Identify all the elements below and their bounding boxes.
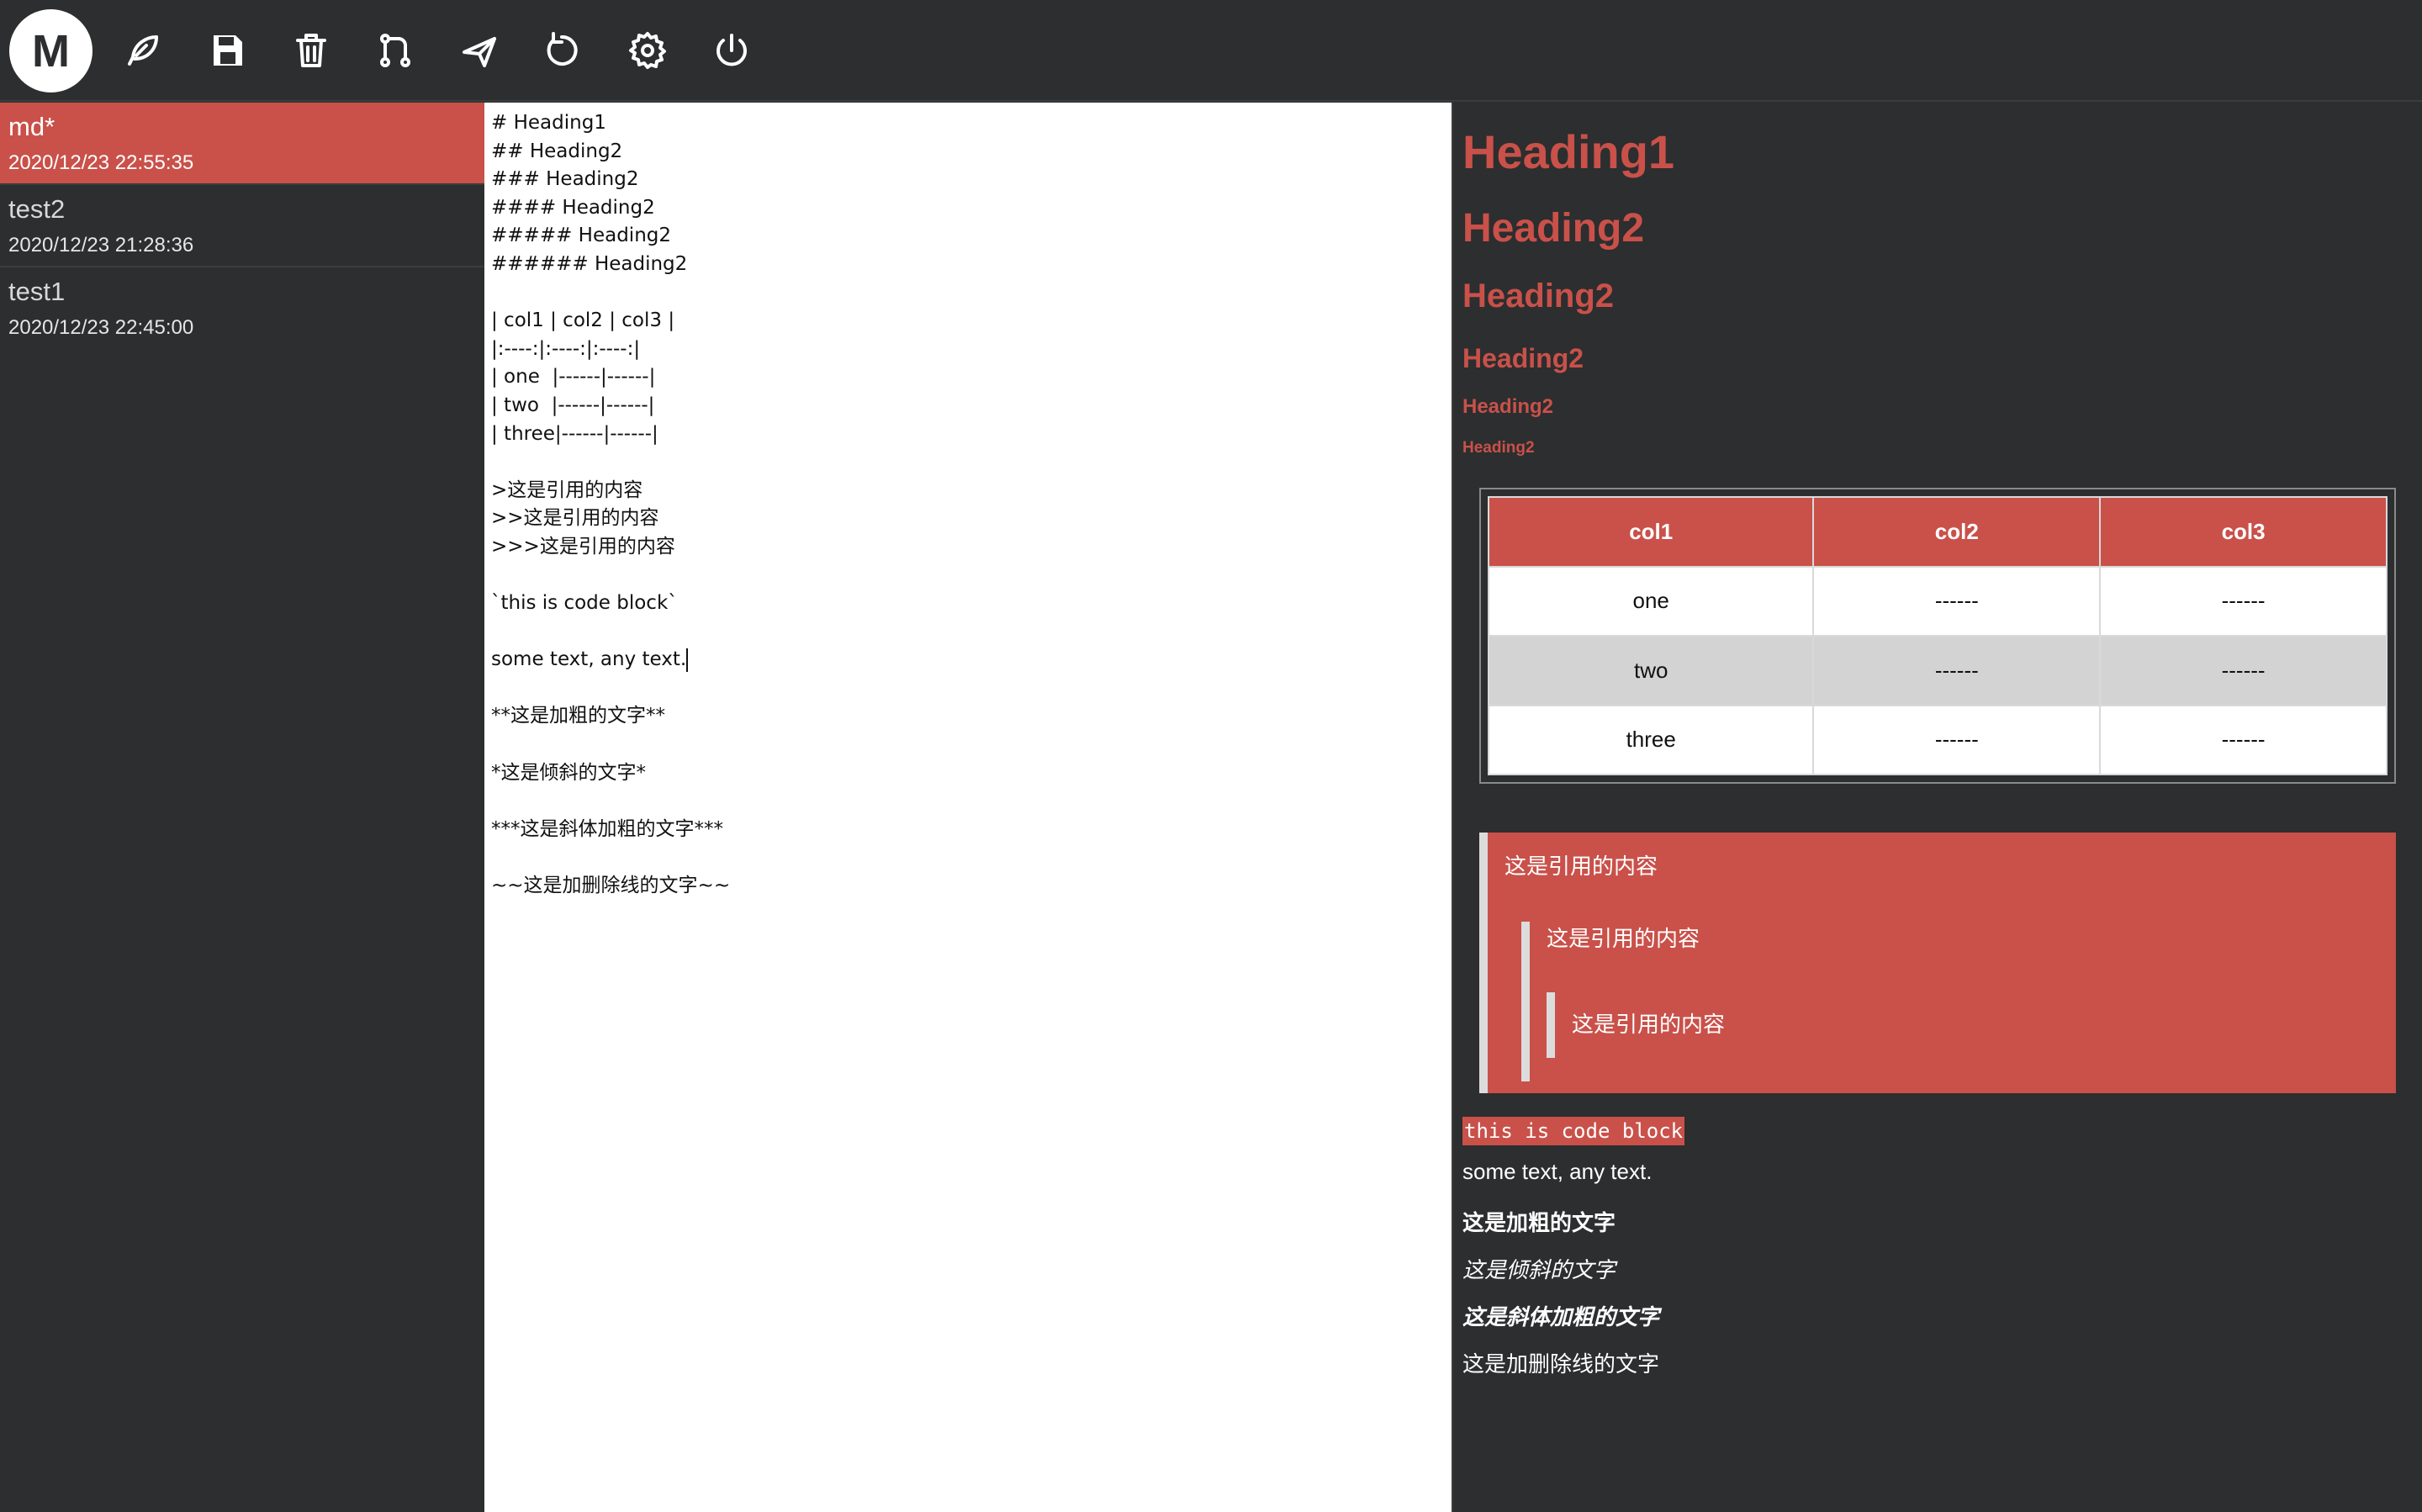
preview-heading-6: Heading2 bbox=[1462, 439, 1535, 457]
editor-line: >>这是引用的内容 bbox=[491, 507, 659, 530]
blockquote-level-1: 这是引用的内容 这是引用的内容 这是引用的内容 bbox=[1479, 833, 2396, 1093]
editor-line-text: some text, any text. bbox=[491, 648, 687, 671]
editor-line: | col1 | col2 | col3 | bbox=[491, 309, 675, 332]
strikethrough-text: 这是加删除线的文字 bbox=[1462, 1351, 1660, 1377]
blockquote-level-3: 这是引用的内容 bbox=[1547, 992, 2379, 1058]
text-caret bbox=[686, 648, 689, 672]
refresh-icon[interactable] bbox=[538, 25, 589, 76]
preview-table: col1 col2 col3 one ------ ------ two ---… bbox=[1479, 488, 2396, 784]
paragraph-text: some text, any text. bbox=[1462, 1159, 1653, 1184]
table-cell: ------ bbox=[2099, 635, 2388, 706]
file-date: 2020/12/23 22:45:00 bbox=[8, 316, 194, 339]
file-name: test2 bbox=[8, 194, 66, 224]
table-cell: ------ bbox=[1812, 704, 2102, 775]
git-branch-icon[interactable] bbox=[370, 25, 420, 76]
file-item[interactable]: md* 2020/12/23 22:55:35 bbox=[0, 103, 484, 185]
table-cell: ------ bbox=[2099, 565, 2388, 637]
editor-line: # Heading1 bbox=[491, 112, 606, 134]
editor-line: |:----:|:----:|:----:| bbox=[491, 337, 641, 360]
preview-heading-4: Heading2 bbox=[1462, 343, 1584, 373]
editor-line: | three|------|------| bbox=[491, 422, 658, 445]
editor-line-with-caret: some text, any text. bbox=[491, 646, 1445, 674]
editor-line: | one |------|------| bbox=[491, 366, 656, 389]
app-logo[interactable]: M bbox=[9, 9, 93, 93]
preview-heading-2: Heading2 bbox=[1462, 206, 1645, 251]
table-cell: three bbox=[1487, 704, 1815, 775]
preview-heading-3: Heading2 bbox=[1462, 278, 1615, 315]
editor-line: #### Heading2 bbox=[491, 196, 655, 219]
table-cell: two bbox=[1487, 635, 1815, 706]
blockquote-text: 这是引用的内容 bbox=[1547, 926, 1700, 951]
inline-code: this is code block bbox=[1462, 1117, 1685, 1145]
table-header-row: col1 col2 col3 bbox=[1487, 496, 2388, 568]
blockquote-text: 这是引用的内容 bbox=[1504, 854, 1658, 879]
file-list: md* 2020/12/23 22:55:35 test2 2020/12/23… bbox=[0, 103, 484, 1512]
power-icon[interactable] bbox=[706, 25, 757, 76]
editor-line: **这是加粗的文字** bbox=[491, 705, 665, 727]
file-date: 2020/12/23 21:28:36 bbox=[8, 234, 194, 256]
editor-line: `this is code block` bbox=[491, 592, 678, 615]
editor-line: *这是倾斜的文字* bbox=[491, 761, 646, 784]
blockquote-level-2: 这是引用的内容 这是引用的内容 bbox=[1521, 922, 2379, 1081]
table-cell: ------ bbox=[1812, 635, 2102, 706]
preview-heading-5: Heading2 bbox=[1462, 395, 1554, 418]
file-name: md* bbox=[8, 112, 56, 141]
markdown-preview: Heading1 Heading2 Heading2 Heading2 Head… bbox=[1453, 103, 2422, 1512]
italic-text: 这是倾斜的文字 bbox=[1462, 1257, 1616, 1282]
save-icon[interactable] bbox=[202, 25, 252, 76]
table-cell: ------ bbox=[2099, 704, 2388, 775]
new-note-icon[interactable] bbox=[118, 25, 168, 76]
send-icon[interactable] bbox=[454, 25, 505, 76]
editor-line: ~~这是加删除线的文字~~ bbox=[491, 875, 731, 897]
table-row: three ------ ------ bbox=[1487, 704, 2388, 775]
editor-line: >这是引用的内容 bbox=[491, 478, 643, 501]
settings-icon[interactable] bbox=[622, 25, 673, 76]
table-cell: one bbox=[1487, 565, 1815, 637]
toolbar: M bbox=[0, 0, 2422, 102]
file-name: test1 bbox=[8, 277, 66, 306]
editor-line: ***这是斜体加粗的文字*** bbox=[491, 817, 723, 840]
editor-line: | two |------|------| bbox=[491, 394, 655, 416]
blockquote-text: 这是引用的内容 bbox=[1572, 1012, 1726, 1037]
editor-line: ### Heading2 bbox=[491, 168, 639, 191]
markdown-editor[interactable]: # Heading1 ## Heading2 ### Heading2 ####… bbox=[484, 103, 1453, 1512]
table-header-cell: col2 bbox=[1812, 496, 2102, 568]
editor-line: ##### Heading2 bbox=[491, 225, 672, 247]
editor-line: ###### Heading2 bbox=[491, 252, 688, 275]
bold-text: 这是加粗的文字 bbox=[1462, 1210, 1616, 1235]
file-item[interactable]: test2 2020/12/23 21:28:36 bbox=[0, 185, 484, 267]
file-item[interactable]: test1 2020/12/23 22:45:00 bbox=[0, 267, 484, 350]
table-cell: ------ bbox=[1812, 565, 2102, 637]
editor-line: >>>这是引用的内容 bbox=[491, 535, 675, 558]
table-row: one ------ ------ bbox=[1487, 565, 2388, 637]
table-header-cell: col1 bbox=[1487, 496, 1815, 568]
editor-line: ## Heading2 bbox=[491, 140, 623, 162]
file-date: 2020/12/23 22:55:35 bbox=[8, 151, 194, 174]
table-row: two ------ ------ bbox=[1487, 635, 2388, 706]
delete-icon[interactable] bbox=[286, 25, 336, 76]
table-header-cell: col3 bbox=[2099, 496, 2388, 568]
bold-italic-text: 这是斜体加粗的文字 bbox=[1462, 1304, 1660, 1330]
preview-heading-1: Heading1 bbox=[1462, 125, 1675, 178]
